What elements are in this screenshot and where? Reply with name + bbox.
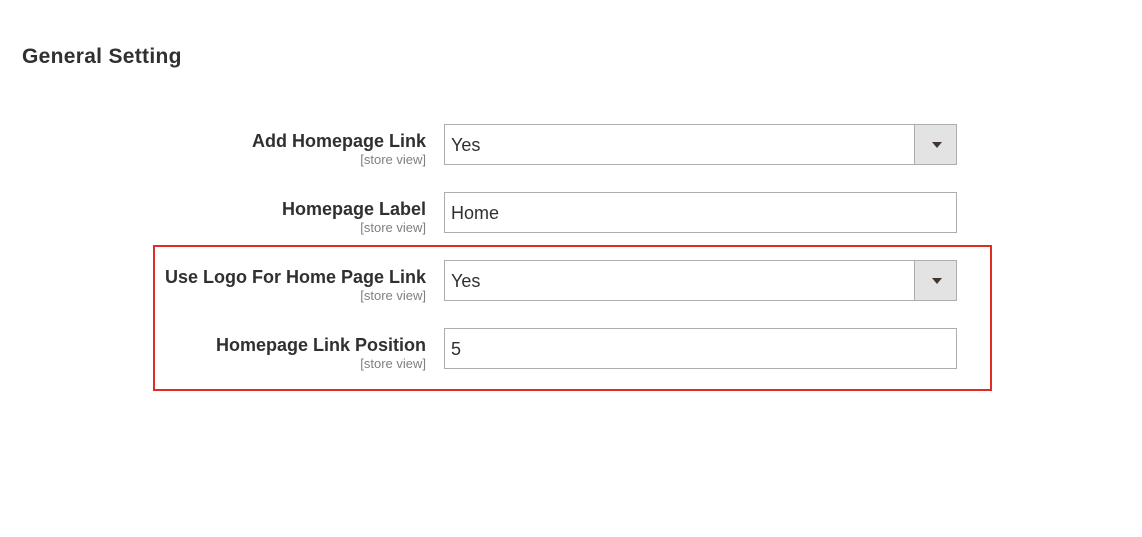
homepage-label-input[interactable]: Home: [444, 192, 957, 233]
highlight-box: [153, 245, 992, 391]
section-title: General Setting: [22, 45, 182, 68]
field-label: Add Homepage Link: [251, 131, 426, 151]
field-row-add-homepage-link: Add Homepage Link [store view] Yes: [0, 124, 1142, 168]
select-arrow-button[interactable]: [914, 125, 956, 164]
field-scope: [store view]: [360, 220, 426, 235]
field-label-group: Add Homepage Link [store view]: [252, 130, 426, 168]
chevron-down-icon: [932, 142, 942, 148]
input-value: Home: [451, 203, 500, 223]
add-homepage-link-select[interactable]: Yes: [444, 124, 957, 165]
field-row-homepage-label: Homepage Label [store view] Home: [0, 192, 1142, 236]
field-label-group: Homepage Label [store view]: [282, 198, 426, 236]
field-scope: [store view]: [360, 152, 426, 167]
field-label: Homepage Label: [281, 199, 426, 219]
select-value: Yes: [451, 135, 481, 155]
